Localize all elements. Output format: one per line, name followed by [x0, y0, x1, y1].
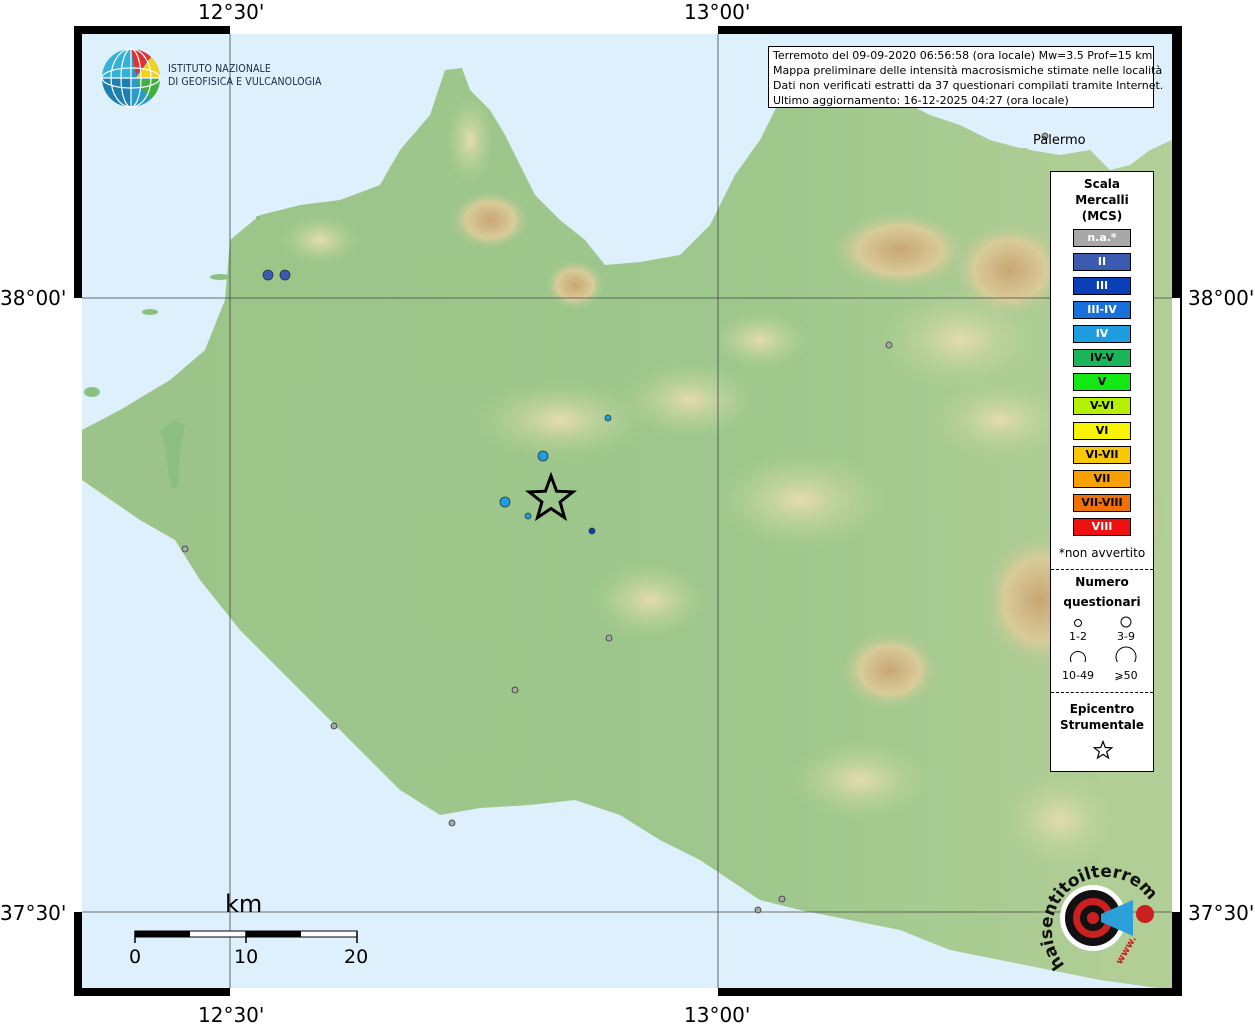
point-iv-2 — [537, 450, 549, 462]
legend-swatch-7: V — [1073, 373, 1131, 391]
legend-separator-2 — [1051, 692, 1153, 693]
legend-swatch-5: IV — [1073, 325, 1131, 343]
legend-title-2: Mercalli — [1075, 193, 1129, 207]
legend-swatch-3: III — [1073, 277, 1131, 295]
legend-title-1: Scala — [1083, 177, 1121, 191]
coord-bottom-left: 12°30' — [198, 1003, 265, 1027]
legend: Scala Mercalli (MCS) n.a.* II III III-IV IV I… — [1050, 171, 1154, 772]
coord-left-top: 38°00' — [0, 286, 67, 310]
legend-star-icon — [1093, 740, 1113, 760]
legend-swatch-4: III-IV — [1073, 301, 1131, 319]
coord-top-right: 13°00' — [684, 0, 751, 24]
coord-bottom-right: 13°00' — [684, 1003, 751, 1027]
point-grey-1 — [885, 341, 893, 349]
scale-unit-label: km — [225, 890, 263, 918]
point-grey-7 — [778, 895, 786, 903]
city-label-palermo: Palermo — [1033, 133, 1086, 148]
coord-right-top: 38°00' — [1188, 286, 1255, 310]
coord-left-bottom: 37°30' — [0, 901, 67, 925]
legend-not-felt: *non avvertito — [1058, 546, 1146, 560]
legend-swatch-6: IV-V — [1073, 349, 1131, 367]
point-grey-5 — [330, 722, 338, 730]
logo-line-1: ISTITUTO NAZIONALE — [168, 63, 271, 75]
ingv-logo-text: ISTITUTO NAZIONALE DI GEOFISICA E VULCAN… — [168, 63, 322, 89]
legend-swatch-2: II — [1073, 253, 1131, 271]
legend-swatch-9: VI — [1073, 422, 1131, 440]
legend-swatch-1: n.a.* — [1073, 229, 1131, 247]
point-iii-1 — [588, 527, 596, 535]
legend-count-title-1: Numero — [1075, 575, 1129, 589]
coord-right-bottom: 37°30' — [1188, 901, 1255, 925]
legend-count-2: 3-9 — [1117, 630, 1135, 643]
svg-text:haisentitoilterremoto.it: haisentitoilterremoto.it — [1035, 855, 1155, 974]
point-grey-4 — [511, 686, 519, 694]
brand-url: www. — [1114, 934, 1139, 966]
point-iv-3 — [499, 496, 511, 508]
point-iv-4 — [524, 512, 532, 520]
coord-top-left: 12°30' — [198, 0, 265, 24]
point-grey-8 — [754, 906, 762, 914]
point-grey-6 — [448, 819, 456, 827]
legend-swatch-11: VII — [1073, 470, 1131, 488]
logo-line-2: DI GEOFISICA E VULCANOLOGIA — [168, 76, 322, 88]
legend-count-title-2: questionari — [1063, 595, 1141, 609]
ingv-logo-icon — [101, 48, 161, 108]
brand-text-path: haisentitoilterremoto.it — [1035, 855, 1155, 974]
legend-swatch-10: VI-VII — [1073, 446, 1131, 464]
legend-separator-1 — [1051, 569, 1153, 570]
point-iv-1 — [604, 414, 612, 422]
legend-epi-title-2: Strumentale — [1059, 718, 1145, 732]
info-line-2: Mappa preliminare delle intensità macros… — [773, 64, 1163, 77]
legend-count-3: 10-49 — [1062, 669, 1094, 682]
scale-label-0: 0 — [129, 946, 142, 968]
brand-logo-text: haisentitoilterremoto.it www. — [1035, 855, 1155, 974]
point-grey-2 — [181, 545, 189, 553]
scale-label-20: 20 — [344, 946, 369, 968]
event-info-box: Terremoto del 09-09-2020 06:56:58 (ora l… — [768, 46, 1164, 108]
info-line-1: Terremoto del 09-09-2020 06:56:58 (ora l… — [773, 49, 1153, 62]
legend-epi-title-1: Epicentro — [1069, 702, 1135, 716]
point-grey-3 — [605, 634, 613, 642]
legend-swatch-8: V-VI — [1073, 397, 1131, 415]
legend-count-4: ⩾50 — [1114, 669, 1138, 682]
legend-count-1: 1-2 — [1069, 630, 1087, 643]
legend-title-3: (MCS) — [1081, 209, 1123, 223]
point-blue-1 — [262, 269, 274, 281]
point-blue-2 — [279, 269, 291, 281]
info-line-3: Dati non verificati estratti da 37 quest… — [773, 79, 1164, 92]
legend-swatch-13: VIII — [1073, 518, 1131, 536]
scale-label-10: 10 — [234, 946, 259, 968]
info-line-4: Ultimo aggiornamento: 16-12-2025 04:27 (… — [773, 94, 1069, 107]
legend-swatch-12: VII-VIII — [1073, 494, 1131, 512]
